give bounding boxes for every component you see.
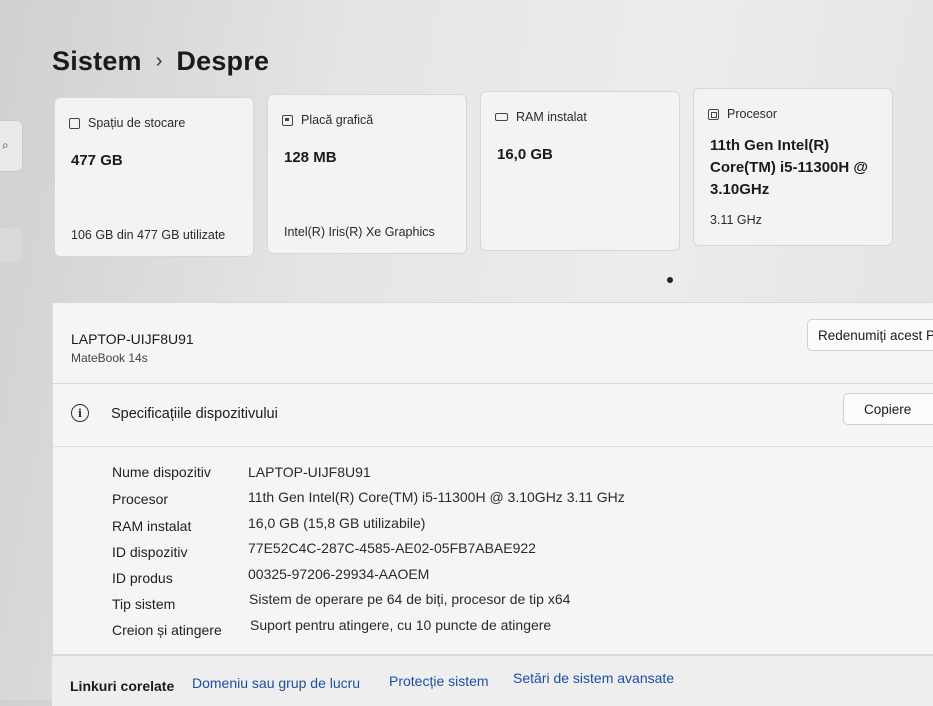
spec-key: ID produs — [112, 570, 173, 586]
spec-row: RAM instalat 16,0 GB (15,8 GB utilizabile… — [112, 515, 812, 542]
spec-row: Nume dispozitiv LAPTOP-UIJF8U91 — [112, 464, 812, 488]
device-name-panel: LAPTOP-UIJF8U91 MateBook 14s Redenumiți … — [52, 302, 933, 384]
card-gpu[interactable]: Placă grafică 128 MB Intel(R) Iris(R) Xe… — [267, 94, 467, 254]
spec-value: LAPTOP-UIJF8U91 — [248, 464, 371, 480]
spec-row: Procesor 11th Gen Intel(R) Core(TM) i5-11… — [112, 489, 812, 515]
link-system-protection[interactable]: Protecție sistem — [389, 673, 489, 689]
breadcrumb: Sistem › Despre — [52, 46, 269, 77]
spec-value: Sistem de operare pe 64 de biți, proceso… — [249, 591, 571, 607]
chevron-right-icon: › — [155, 50, 163, 72]
spec-value: 77E52C4C-287C-4585-AE02-05FB7ABAE922 — [248, 540, 536, 556]
dust-speck — [667, 277, 673, 283]
card-value-line: Core(TM) i5-11300H @ — [710, 159, 869, 176]
spec-value: 11th Gen Intel(R) Core(TM) i5-11300H @ 3… — [248, 489, 625, 505]
cpu-icon — [708, 108, 719, 120]
card-title: Placă grafică — [301, 113, 374, 127]
card-ram[interactable]: RAM instalat 16,0 GB — [480, 91, 680, 251]
card-sub: Intel(R) Iris(R) Xe Graphics — [284, 225, 435, 239]
card-value: 11th Gen Intel(R) Core(TM) i5-11300H @ 3… — [710, 135, 868, 201]
search-icon[interactable]: ⌕ — [2, 138, 9, 153]
card-value: 16,0 GB — [497, 146, 553, 163]
card-title: RAM instalat — [516, 110, 587, 124]
copy-button[interactable]: Copiere — [843, 393, 933, 425]
spec-value: 16,0 GB (15,8 GB utilizabile) — [248, 515, 426, 531]
card-value: 477 GB — [71, 152, 123, 169]
spec-key: Tip sistem — [112, 596, 176, 612]
gpu-icon — [282, 114, 293, 126]
storage-icon — [69, 117, 80, 129]
spec-key: RAM instalat — [112, 518, 192, 534]
spec-key: Nume dispozitiv — [112, 464, 211, 480]
rename-pc-button[interactable]: Redenumiți acest PC — [807, 319, 933, 351]
spec-value: Suport pentru atingere, cu 10 puncte de … — [250, 617, 552, 633]
card-value: 128 MB — [284, 149, 337, 166]
card-title: Spațiu de stocare — [88, 116, 186, 130]
specs-title: Specificațiile dispozitivului — [111, 406, 278, 422]
card-sub: 106 GB din 477 GB utilizate — [71, 228, 226, 242]
card-title: Procesor — [727, 107, 778, 121]
divider — [53, 446, 933, 447]
card-storage[interactable]: Spațiu de stocare 477 GB 106 GB din 477 … — [54, 97, 254, 257]
card-processor[interactable]: Procesor 11th Gen Intel(R) Core(TM) i5-1… — [693, 88, 893, 246]
card-value-line: 11th Gen Intel(R) — [710, 137, 830, 154]
card-value-line: 3.10GHz — [710, 181, 770, 198]
link-domain-workgroup[interactable]: Domeniu sau grup de lucru — [192, 675, 360, 691]
link-advanced-settings[interactable]: Setări de sistem avansate — [513, 670, 674, 686]
nav-pane-item[interactable] — [0, 228, 22, 262]
device-name: LAPTOP-UIJF8U91 — [71, 331, 194, 347]
info-icon: i — [71, 404, 89, 422]
related-links-bar: Linkuri corelate Domeniu sau grup de luc… — [52, 655, 933, 706]
breadcrumb-parent[interactable]: Sistem — [52, 46, 142, 77]
device-model: MateBook 14s — [71, 351, 148, 365]
page-title: Despre — [176, 46, 270, 76]
spec-row: ID dispozitiv 77E52C4C-287C-4585-AE02-05F… — [112, 540, 812, 568]
ram-icon — [495, 113, 508, 121]
related-links-label: Linkuri corelate — [70, 678, 175, 694]
card-sub: 3.11 GHz — [710, 213, 762, 227]
spec-key: ID dispozitiv — [112, 544, 188, 560]
spec-row: Creion și atingere Suport pentru atingere… — [112, 617, 812, 646]
spec-key: Creion și atingere — [112, 622, 222, 638]
spec-key: Procesor — [112, 491, 169, 507]
spec-value: 00325-97206-29934-AAOEM — [248, 566, 430, 582]
